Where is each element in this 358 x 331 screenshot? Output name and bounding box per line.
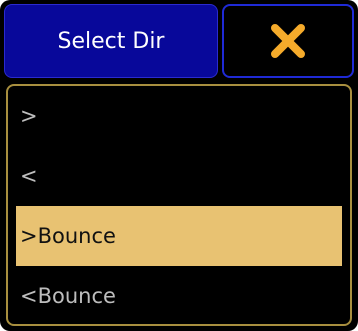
list-item-label: > bbox=[20, 104, 38, 128]
list-item-backward-bounce[interactable]: <Bounce bbox=[16, 266, 342, 324]
list-item-forward[interactable]: > bbox=[16, 86, 342, 146]
select-dir-dialog: Select Dir > < >Bounce <Bounce bbox=[0, 0, 358, 331]
list-item-forward-bounce[interactable]: >Bounce bbox=[16, 206, 342, 266]
list-item-label: <Bounce bbox=[20, 284, 116, 308]
list-item-label: >Bounce bbox=[20, 224, 116, 248]
list-item-label: < bbox=[20, 164, 38, 188]
list-item-backward[interactable]: < bbox=[16, 146, 342, 206]
dialog-title: Select Dir bbox=[57, 28, 165, 54]
close-icon bbox=[271, 24, 305, 58]
close-button[interactable] bbox=[222, 4, 354, 78]
direction-list: > < >Bounce <Bounce bbox=[6, 84, 352, 326]
select-dir-title-button[interactable]: Select Dir bbox=[4, 4, 218, 78]
